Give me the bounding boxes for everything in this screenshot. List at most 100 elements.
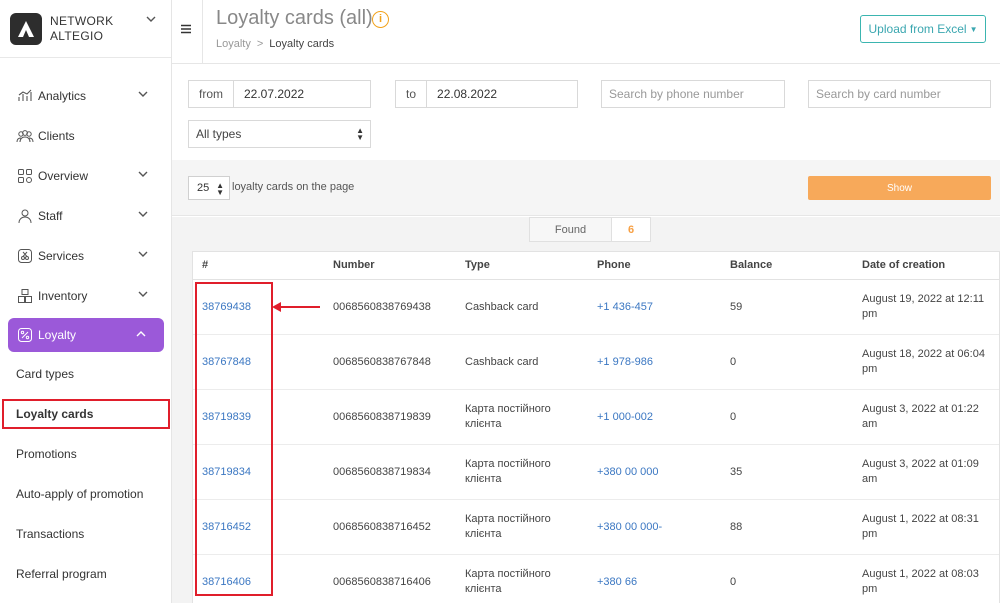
sidebar-item-clients[interactable]: Clients: [0, 116, 172, 156]
sidebar-subitem-loyalty-cards[interactable]: Loyalty cards: [2, 399, 170, 429]
inventory-icon: [16, 287, 34, 305]
sidebar-subitem-transactions[interactable]: Transactions: [0, 514, 172, 554]
table-row: 38716406 0068560838716406 Карта постійно…: [193, 555, 999, 603]
date-from-label: from: [189, 81, 234, 107]
sidebar-subitem-label: Referral program: [16, 567, 107, 581]
sidebar-subitem-label: Promotions: [16, 447, 77, 461]
brand-name: NETWORK ALTEGIO: [50, 14, 113, 44]
sidebar-item-inventory[interactable]: Inventory: [0, 276, 172, 316]
breadcrumb-item-current: Loyalty cards: [269, 38, 335, 50]
card-id-link[interactable]: 38716452: [202, 500, 322, 554]
per-page-label: loyalty cards on the page: [232, 181, 355, 193]
page-header: Loyalty cards (all) i Loyalty > Loyalty ca…: [172, 0, 1000, 64]
col-header-balance: Balance: [730, 259, 773, 271]
sidebar-item-label: Services: [38, 249, 85, 263]
table-row: 38719839 0068560838719839 Карта постійно…: [193, 390, 999, 445]
sidebar-item-label: Overview: [38, 169, 89, 183]
found-count: 6: [627, 223, 635, 236]
brand-switcher[interactable]: NETWORK ALTEGIO: [0, 0, 171, 58]
date-to-value[interactable]: 22.08.2022: [427, 87, 497, 101]
services-icon: [16, 247, 34, 265]
date-from-value[interactable]: 22.07.2022: [234, 87, 304, 101]
clients-icon: [16, 127, 34, 145]
sidebar-item-loyalty[interactable]: Loyalty: [8, 318, 164, 352]
menu-icon[interactable]: [180, 22, 192, 38]
client-phone-link[interactable]: +380 66: [597, 555, 723, 603]
sidebar-subitem-promotions[interactable]: Promotions: [0, 434, 172, 474]
brand-line2: ALTEGIO: [50, 28, 104, 43]
phone-search-placeholder: Search by phone number: [609, 87, 744, 101]
card-balance: 0: [730, 355, 737, 368]
col-header-phone: Phone: [597, 259, 631, 271]
card-type: Карта постійного клієнта: [465, 458, 551, 485]
phone-search-input[interactable]: Search by phone number: [601, 80, 785, 108]
sidebar-subitem-label: Card types: [16, 367, 75, 381]
sidebar-item-overview[interactable]: Overview: [0, 156, 172, 196]
client-phone-link[interactable]: +380 00 000: [597, 445, 723, 499]
card-type: Карта постійного клієнта: [465, 403, 551, 430]
chevron-down-icon: [138, 291, 148, 297]
chevron-down-icon: [138, 171, 148, 177]
table-row: 38719834 0068560838719834 Карта постійно…: [193, 445, 999, 500]
sidebar-subitem-card-types[interactable]: Card types: [0, 354, 172, 394]
client-phone-link[interactable]: +1 000-002: [597, 390, 723, 444]
card-number: 0068560838716452: [333, 520, 431, 533]
overview-icon: [16, 167, 34, 185]
card-balance: 59: [730, 300, 743, 313]
sidebar-subitem-label: Transactions: [16, 527, 85, 541]
breadcrumb-item-loyalty[interactable]: Loyalty: [216, 38, 251, 50]
caret-down-icon: ▼: [969, 24, 978, 34]
chevron-down-icon[interactable]: [146, 14, 156, 24]
pagination-bar: 25 ▲ ▼ loyalty cards on the page Show: [172, 160, 1000, 216]
card-created-date: August 18, 2022 at 06:04 pm: [862, 348, 985, 375]
date-from-field[interactable]: from 22.07.2022: [188, 80, 371, 108]
page-title: Loyalty cards (all): [216, 7, 373, 29]
card-id-link[interactable]: 38719834: [202, 445, 322, 499]
card-id-link[interactable]: 38719839: [202, 390, 322, 444]
info-icon[interactable]: i: [372, 11, 389, 28]
show-button[interactable]: Show: [808, 176, 991, 200]
staff-icon: [16, 207, 34, 225]
sidebar-item-services[interactable]: Services: [0, 236, 172, 276]
per-page-select[interactable]: 25 ▲ ▼: [188, 176, 230, 200]
altegio-logo: [10, 12, 42, 45]
sidebar-item-label: Clients: [38, 129, 75, 143]
sidebar-subitem-auto-apply[interactable]: Auto-apply of promotion: [0, 474, 172, 514]
card-created-date: August 19, 2022 at 12:11 pm: [862, 293, 985, 320]
card-id-link[interactable]: 38767848: [202, 335, 322, 389]
loyalty-icon: [16, 326, 34, 344]
client-phone-link[interactable]: +380 00 000-: [597, 500, 723, 554]
per-page-value: 25: [197, 182, 210, 194]
table-row: 38767848 0068560838767848 Cashback card …: [193, 335, 999, 390]
card-created-date: August 3, 2022 at 01:22 am: [862, 403, 979, 430]
select-arrows-icon: ▲ ▼: [216, 181, 224, 197]
sidebar-item-staff[interactable]: Staff: [0, 196, 172, 236]
col-header-number: Number: [333, 259, 375, 271]
card-created-date: August 1, 2022 at 08:31 pm: [862, 513, 979, 540]
col-header-date: Date of creation: [862, 259, 946, 271]
breadcrumb-separator: >: [256, 38, 264, 50]
client-phone-link[interactable]: +1 978-986: [597, 335, 723, 389]
card-type: Карта постійного клієнта: [465, 568, 551, 595]
client-phone-link[interactable]: +1 436-457: [597, 280, 723, 334]
card-type: Cashback card: [465, 300, 539, 313]
date-to-field[interactable]: to 22.08.2022: [395, 80, 578, 108]
card-number: 0068560838769438: [333, 300, 431, 313]
card-number: 0068560838719839: [333, 410, 431, 423]
type-select[interactable]: All types ▲ ▼: [188, 120, 371, 148]
card-search-input[interactable]: Search by card number: [808, 80, 991, 108]
sidebar-item-label: Staff: [38, 209, 63, 223]
sidebar: NETWORK ALTEGIO Analytics Clients Overvi…: [0, 0, 172, 603]
header-divider: [202, 0, 203, 64]
card-balance: 0: [730, 410, 737, 423]
sidebar-subitem-label: Loyalty cards: [16, 407, 94, 421]
breadcrumb: Loyalty > Loyalty cards: [216, 38, 334, 50]
card-balance: 88: [730, 520, 743, 533]
sidebar-item-analytics[interactable]: Analytics: [0, 76, 172, 116]
found-counter: Found 6: [529, 217, 651, 242]
card-id-link[interactable]: 38716406: [202, 555, 322, 603]
upload-from-excel-button[interactable]: Upload from Excel ▼: [860, 15, 986, 43]
sidebar-subitem-referral[interactable]: Referral program: [0, 554, 172, 594]
annotation-arrow-line: [276, 306, 320, 308]
brand-line1: NETWORK: [50, 13, 114, 28]
